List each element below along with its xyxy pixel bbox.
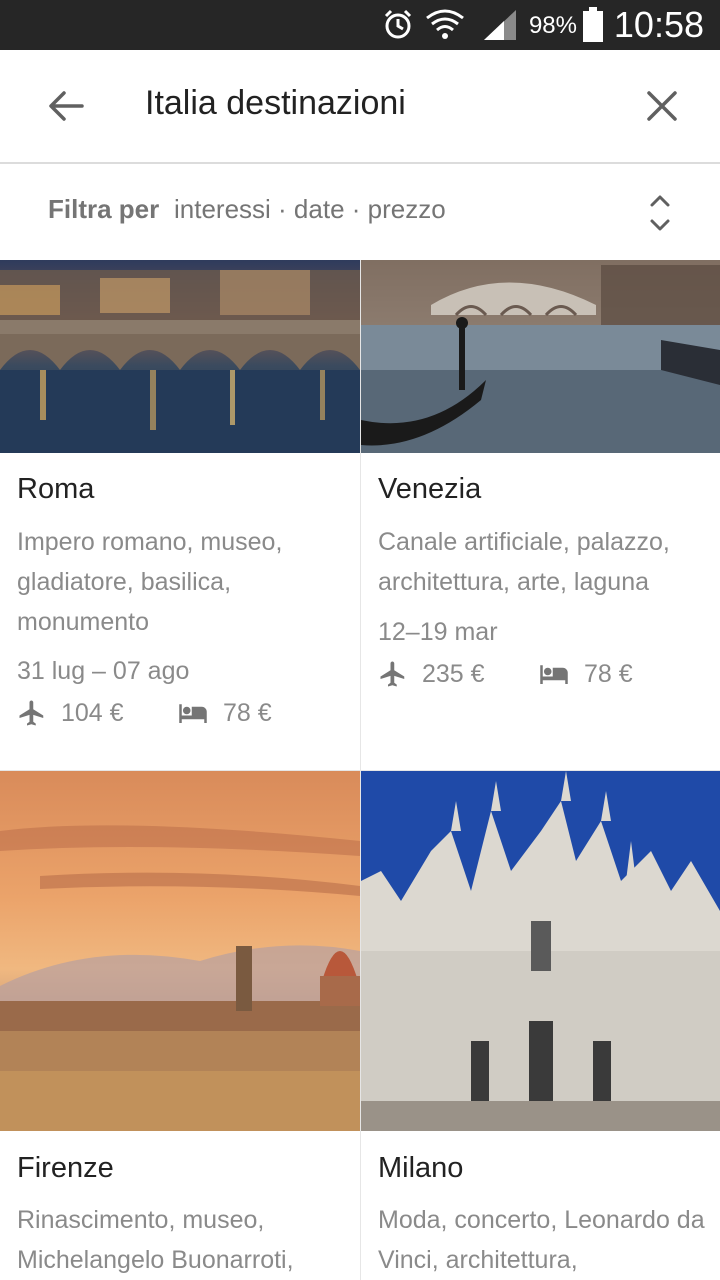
battery-icon — [583, 7, 603, 42]
hotel-price: 78 € — [177, 698, 272, 728]
page-title: Italia destinazioni — [145, 84, 406, 122]
back-button[interactable] — [36, 78, 96, 134]
destination-card-firenze[interactable]: Firenze Rinascimento, museo, Michelangel… — [0, 771, 360, 1280]
destination-card-venezia[interactable]: Venezia Canale artificiale, palazzo, arc… — [361, 260, 720, 770]
close-icon — [647, 91, 677, 121]
destination-tags: Canale artificiale, palazzo, architettur… — [378, 528, 670, 596]
hotel-price-value: 78 € — [584, 659, 633, 688]
app-bar: Italia destinazioni — [0, 50, 720, 164]
destination-dates: 31 lug – 07 ago — [17, 657, 190, 685]
clock: 10:58 — [613, 4, 704, 45]
destination-card-roma[interactable]: Roma Impero romano, museo, gladiatore, b… — [0, 260, 360, 770]
destination-image-venezia — [361, 260, 720, 453]
close-button[interactable] — [634, 78, 690, 134]
price-row: 235 € 78 € — [378, 659, 718, 699]
destination-tags: Impero romano, museo, gladiatore, basili… — [17, 528, 283, 636]
filter-values[interactable]: interessi · date · prezzo — [174, 194, 446, 225]
hotel-bed-icon — [179, 704, 207, 723]
grid-divider-horizontal — [0, 770, 720, 771]
filter-bar[interactable]: Filtra per interessi · date · prezzo — [0, 164, 720, 260]
price-row: 104 € 78 € — [17, 698, 357, 738]
destination-card-milano[interactable]: Milano Moda, concerto, Leonardo da Vinci… — [361, 771, 720, 1280]
destination-image-roma — [0, 260, 360, 453]
filter-toggle-button[interactable] — [640, 190, 680, 236]
expand-collapse-icon — [650, 195, 670, 231]
airplane-icon — [380, 661, 405, 687]
hotel-price: 78 € — [538, 659, 633, 689]
destination-name: Milano — [378, 1152, 464, 1184]
filter-label: Filtra per — [48, 194, 160, 224]
flight-price-value: 104 € — [61, 698, 124, 727]
destination-name: Firenze — [17, 1152, 114, 1184]
hotel-price-value: 78 € — [223, 698, 272, 727]
destination-name: Venezia — [378, 473, 482, 505]
airplane-icon — [19, 700, 44, 726]
battery-percent: 98% — [528, 12, 577, 39]
wifi-icon — [426, 9, 464, 39]
signal-icon — [484, 10, 516, 40]
status-bar: 98% 10:58 — [0, 0, 720, 50]
hotel-bed-icon — [540, 665, 568, 684]
arrow-back-icon — [49, 91, 84, 121]
destination-tags: Rinascimento, museo, Michelangelo Buonar… — [17, 1206, 294, 1274]
flight-price: 235 € — [378, 659, 485, 689]
destination-tags: Moda, concerto, Leonardo da Vinci, archi… — [378, 1206, 705, 1274]
alarm-icon — [384, 9, 412, 39]
destination-image-firenze — [0, 771, 360, 1131]
destination-name: Roma — [17, 473, 95, 505]
destination-dates: 12–19 mar — [378, 618, 498, 646]
flight-price: 104 € — [17, 698, 124, 728]
flight-price-value: 235 € — [422, 659, 485, 688]
destination-image-milano — [361, 771, 720, 1131]
